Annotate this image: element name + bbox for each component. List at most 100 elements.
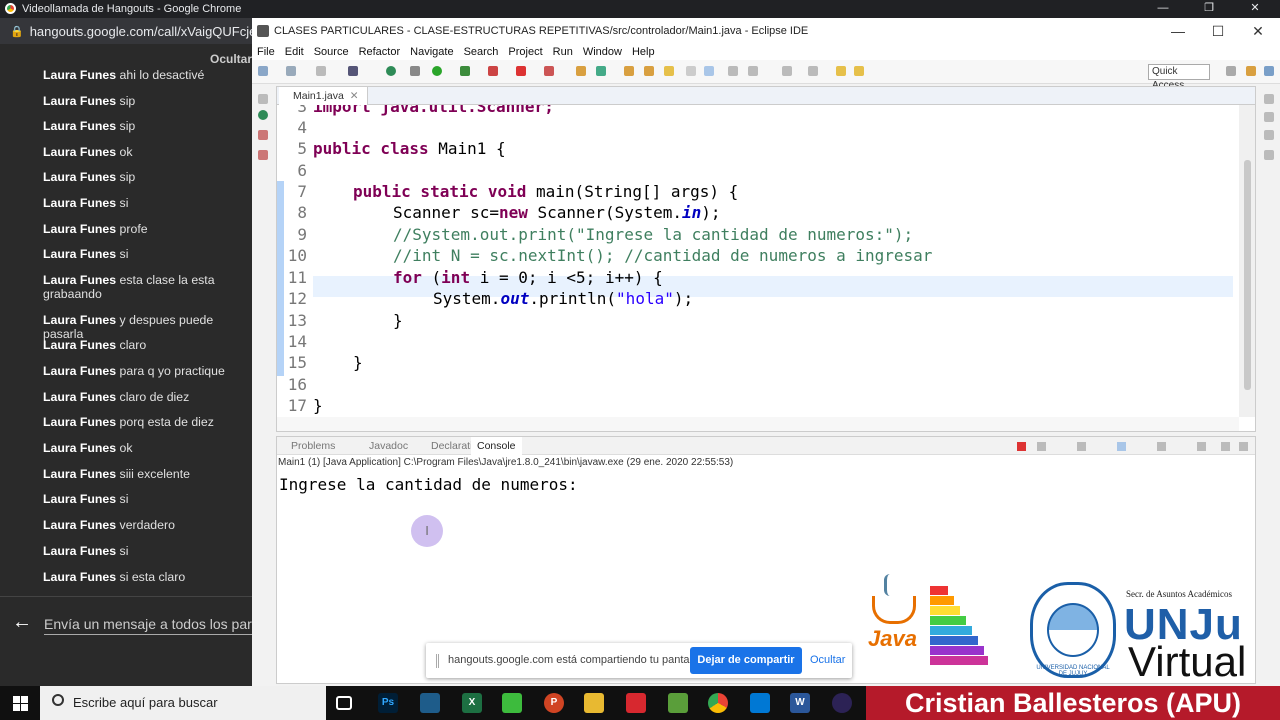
block-selection-icon[interactable] bbox=[748, 66, 758, 76]
run-icon[interactable] bbox=[432, 66, 442, 76]
tab-main1-java[interactable]: Main1.java ✕ bbox=[279, 87, 368, 105]
problems-icon[interactable] bbox=[1264, 150, 1274, 160]
close-tab-icon[interactable]: ✕ bbox=[350, 90, 359, 102]
save-all-icon[interactable] bbox=[316, 66, 326, 76]
outline-icon[interactable] bbox=[1264, 112, 1274, 122]
eclipse-maximize-button[interactable]: ☐ bbox=[1198, 18, 1238, 44]
menu-search[interactable]: Search bbox=[459, 44, 504, 60]
external-tools-icon[interactable] bbox=[488, 66, 498, 76]
next-annotation-icon[interactable] bbox=[782, 66, 792, 76]
toggle-breadcrumb-icon[interactable] bbox=[728, 66, 738, 76]
menu-run[interactable]: Run bbox=[548, 44, 578, 60]
unju-virtual-label: Virtual bbox=[1128, 638, 1247, 685]
restore-view-icon[interactable] bbox=[1264, 94, 1274, 104]
search-icon[interactable] bbox=[664, 66, 674, 76]
junit-icon[interactable] bbox=[258, 150, 268, 160]
terminate-icon[interactable] bbox=[544, 66, 554, 76]
skip-breakpoints-icon[interactable] bbox=[410, 66, 420, 76]
sql-icon[interactable] bbox=[420, 693, 440, 713]
menu-file[interactable]: File bbox=[252, 44, 280, 60]
coverage-icon[interactable] bbox=[460, 66, 470, 76]
close-button[interactable]: ✕ bbox=[1232, 0, 1278, 18]
eclipse-app-icon bbox=[257, 25, 269, 37]
code-area[interactable]: 3 4 5 6 7 8 9 10 11 12 13 14 15 16 17 im… bbox=[277, 105, 1237, 417]
type-hierarchy-icon[interactable] bbox=[258, 130, 268, 140]
powerpoint-icon[interactable]: P bbox=[544, 693, 564, 713]
terminate-icon[interactable] bbox=[1017, 442, 1026, 451]
remove-launch-icon[interactable] bbox=[1037, 442, 1046, 451]
menu-project[interactable]: Project bbox=[503, 44, 547, 60]
maximize-view-icon[interactable] bbox=[1239, 442, 1248, 451]
tab-console[interactable]: Console bbox=[471, 437, 522, 455]
chrome-icon[interactable] bbox=[708, 693, 728, 713]
java-steam-icon bbox=[884, 574, 896, 596]
debug-icon[interactable] bbox=[386, 66, 396, 76]
code-editor[interactable]: Main1.java ✕ 3 4 5 6 7 8 9 10 11 12 13 14… bbox=[276, 86, 1256, 432]
address-bar[interactable]: 🔒 hangouts.google.com/call/xVaigQUFcjeKX… bbox=[0, 18, 252, 44]
photoshop-icon[interactable]: Ps bbox=[378, 693, 398, 713]
editor-vertical-scrollbar[interactable] bbox=[1239, 105, 1255, 417]
pin-console-icon[interactable] bbox=[1157, 442, 1166, 451]
acrobat-icon[interactable] bbox=[626, 693, 646, 713]
tab-javadoc[interactable]: Javadoc bbox=[369, 437, 408, 455]
stop-icon[interactable] bbox=[516, 66, 526, 76]
drag-handle-icon[interactable] bbox=[436, 654, 439, 668]
menu-edit[interactable]: Edit bbox=[280, 44, 309, 60]
restore-button[interactable]: ❐ bbox=[1186, 0, 1232, 18]
pdf-editor-icon[interactable] bbox=[668, 693, 688, 713]
open-console-icon[interactable] bbox=[1197, 442, 1206, 451]
tab-problems[interactable]: Problems bbox=[291, 437, 335, 455]
minimize-view-icon[interactable] bbox=[1221, 442, 1230, 451]
menu-help[interactable]: Help bbox=[627, 44, 660, 60]
quick-access-input[interactable]: Quick Access bbox=[1148, 64, 1210, 91]
menu-navigate[interactable]: Navigate bbox=[405, 44, 458, 60]
editor-horizontal-scrollbar[interactable] bbox=[277, 417, 1239, 431]
menu-source[interactable]: Source bbox=[309, 44, 354, 60]
toggle-mark-occurrences-icon[interactable] bbox=[704, 66, 714, 76]
clear-console-icon[interactable] bbox=[1077, 442, 1086, 451]
camtasia-icon[interactable] bbox=[502, 693, 522, 713]
minimize-button[interactable]: — bbox=[1140, 0, 1186, 18]
new-icon[interactable] bbox=[258, 66, 268, 76]
stop-sharing-button[interactable]: Dejar de compartir bbox=[690, 647, 802, 674]
start-button[interactable] bbox=[0, 686, 40, 720]
eclipse-minimize-button[interactable]: — bbox=[1158, 18, 1198, 44]
task-list-icon[interactable] bbox=[1264, 130, 1274, 140]
task-view-icon[interactable] bbox=[336, 696, 352, 710]
forward-icon[interactable] bbox=[854, 66, 864, 76]
word-icon[interactable]: W bbox=[790, 693, 810, 713]
chrome-logo-icon bbox=[5, 3, 16, 14]
eclipse-close-button[interactable]: ✕ bbox=[1238, 18, 1278, 44]
menu-refactor[interactable]: Refactor bbox=[354, 44, 406, 60]
save-icon[interactable] bbox=[286, 66, 296, 76]
open-type-icon[interactable] bbox=[624, 66, 634, 76]
file-explorer-icon[interactable] bbox=[584, 693, 604, 713]
chat-message-input[interactable]: Envía un mensaje a todos los participant… bbox=[44, 616, 252, 635]
console-output[interactable]: Ingrese la cantidad de numeros: bbox=[279, 475, 578, 494]
java-perspective-icon[interactable] bbox=[1264, 66, 1274, 76]
open-perspective-icon[interactable] bbox=[1226, 66, 1236, 76]
excel-icon[interactable]: X bbox=[462, 693, 482, 713]
pin-icon[interactable] bbox=[686, 66, 696, 76]
search-icon bbox=[52, 694, 64, 706]
java-logo: Java bbox=[866, 574, 926, 654]
hide-share-bar-button[interactable]: Ocultar bbox=[810, 654, 845, 666]
scrollbar-thumb[interactable] bbox=[1244, 160, 1251, 390]
new-package-icon[interactable] bbox=[596, 66, 606, 76]
taskbar-search[interactable]: Escribe aquí para buscar bbox=[40, 686, 326, 720]
scroll-lock-icon[interactable] bbox=[1117, 442, 1126, 451]
new-java-project-icon[interactable] bbox=[576, 66, 586, 76]
open-task-icon[interactable] bbox=[644, 66, 654, 76]
back-arrow-icon[interactable]: ← bbox=[12, 611, 32, 634]
menu-window[interactable]: Window bbox=[578, 44, 627, 60]
vscode-icon[interactable] bbox=[750, 693, 770, 713]
back-icon[interactable] bbox=[836, 66, 846, 76]
java-ee-perspective-icon[interactable] bbox=[1246, 66, 1256, 76]
console-launch-path: Main1 (1) [Java Application] C:\Program … bbox=[277, 456, 1255, 470]
package-explorer-icon[interactable] bbox=[258, 110, 268, 120]
terminal-icon[interactable] bbox=[348, 66, 358, 76]
restore-view-icon[interactable] bbox=[258, 94, 268, 104]
eclipse-icon[interactable] bbox=[832, 693, 852, 713]
previous-annotation-icon[interactable] bbox=[808, 66, 818, 76]
hide-chat-button[interactable]: Ocultar bbox=[210, 52, 252, 66]
